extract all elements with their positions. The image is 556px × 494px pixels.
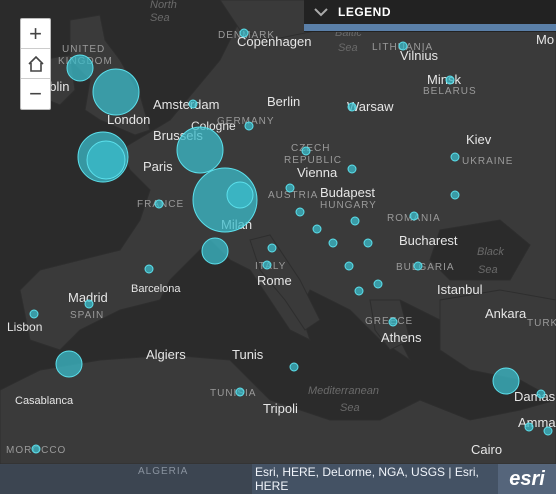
map-label: Vienna — [297, 165, 338, 180]
marker-east-ukraine[interactable] — [450, 190, 460, 200]
marker-madrid[interactable] — [373, 279, 383, 289]
map-label: TURKE — [527, 318, 556, 329]
zoom-in-button[interactable]: + — [21, 19, 50, 49]
marker-slovenia[interactable] — [295, 207, 305, 217]
marker-brussels[interactable] — [176, 126, 224, 174]
marker-london[interactable] — [92, 68, 140, 116]
legend-panel: LEGEND — [304, 0, 556, 32]
map-label: HUNGARY — [320, 200, 377, 211]
map-label: Budapest — [320, 185, 375, 200]
marker-north-macedonia[interactable] — [84, 299, 94, 309]
chevron-down-icon[interactable] — [314, 7, 328, 17]
map-label: Cairo — [471, 442, 502, 457]
map-label: Athens — [381, 330, 422, 345]
attribution-text: Esri, HERE, DeLorme, NGA, USGS | Esri, H… — [252, 464, 498, 494]
map-label: Casablanca — [15, 395, 74, 407]
marker-malaga[interactable] — [55, 350, 83, 378]
map-label: Sea — [340, 402, 360, 414]
map-label: UNITED — [62, 44, 105, 55]
marker-croatia[interactable] — [312, 224, 322, 234]
marker-morocco[interactable] — [543, 426, 553, 436]
marker-serbia[interactable] — [328, 238, 338, 248]
marker-sofia[interactable] — [344, 261, 354, 271]
map-label: Sea — [150, 12, 170, 24]
marker-amsterdam[interactable] — [188, 99, 198, 109]
map-label: North — [150, 0, 177, 11]
map-label: TUNISIA — [210, 388, 256, 399]
marker-marseille[interactable] — [201, 237, 229, 265]
legend-header[interactable]: LEGEND — [304, 0, 556, 24]
map-label: Sea — [338, 42, 358, 54]
marker-vilnius[interactable] — [398, 41, 408, 51]
map-label: Bucharest — [399, 233, 458, 248]
marker-amman[interactable] — [524, 422, 534, 432]
map-label: Lisbon — [7, 320, 42, 334]
map-label: Istanbul — [437, 282, 483, 297]
home-button[interactable] — [21, 49, 50, 79]
marker-tunis[interactable] — [289, 362, 299, 372]
map-label: Damas — [514, 389, 556, 404]
map-label: Vilnius — [400, 48, 439, 63]
map-label: Mediterranean — [308, 385, 379, 397]
map-label: CZECH — [291, 143, 330, 154]
marker-athens[interactable] — [29, 309, 39, 319]
marker-montpellier[interactable] — [144, 264, 154, 274]
map-label: SPAIN — [70, 310, 104, 321]
map-label: Minsk — [427, 72, 461, 87]
marker-bordeaux-west[interactable] — [86, 140, 126, 180]
map-label: Barcelona — [131, 283, 181, 295]
map-label: Kiev — [466, 132, 492, 147]
marker-italy-2[interactable] — [262, 260, 272, 270]
marker-romania[interactable] — [350, 216, 360, 226]
map-label: BELARUS — [423, 86, 477, 97]
marker-algeria[interactable] — [31, 444, 41, 454]
marker-vienna[interactable] — [347, 164, 357, 174]
marker-prague[interactable] — [301, 146, 311, 156]
map-label: Mo — [536, 32, 554, 47]
map-label: Amsterdam — [153, 97, 219, 112]
legend-divider — [304, 24, 556, 31]
map-label: Paris — [143, 159, 173, 174]
map-label: Black — [477, 246, 504, 258]
marker-warsaw[interactable] — [347, 102, 357, 112]
marker-bulgaria[interactable] — [363, 238, 373, 248]
marker-palermo[interactable] — [388, 317, 398, 327]
marker-beirut[interactable] — [536, 389, 546, 399]
marker-bosnia[interactable] — [413, 261, 423, 271]
map-controls: + − — [20, 18, 51, 110]
map-label: Rome — [257, 273, 292, 288]
marker-france-west[interactable] — [154, 199, 164, 209]
marker-bucharest[interactable] — [409, 211, 419, 221]
map-label: Ankara — [485, 306, 527, 321]
map-canvas[interactable]: North Sea Baltic Sea UNITED KINGDOM DENM… — [0, 0, 556, 494]
marker-ireland[interactable] — [66, 54, 94, 82]
map-label: Berlin — [267, 94, 300, 109]
marker-cyprus[interactable] — [235, 387, 245, 397]
marker-minsk[interactable] — [445, 75, 455, 85]
map-label: Tripoli — [263, 401, 298, 416]
marker-kiev[interactable] — [450, 152, 460, 162]
map-label: BULGARIA — [396, 262, 455, 273]
legend-title: LEGEND — [338, 5, 392, 19]
marker-italy-1[interactable] — [267, 243, 277, 253]
bottom-bar — [0, 464, 252, 494]
marker-lisbon[interactable] — [354, 286, 364, 296]
marker-swiss[interactable] — [226, 181, 254, 209]
map-label: Copenhagen — [237, 34, 311, 49]
marker-copenhagen[interactable] — [239, 28, 249, 38]
map-label: AUSTRIA — [268, 190, 318, 201]
marker-budapest[interactable] — [285, 183, 295, 193]
map-label: Algiers — [146, 347, 186, 362]
zoom-out-button[interactable]: − — [21, 79, 50, 109]
home-icon — [27, 55, 44, 72]
map-label: UKRAINE — [462, 156, 513, 167]
esri-logo[interactable]: esri — [498, 464, 556, 494]
map-label: Sea — [478, 264, 498, 276]
marker-antalya[interactable] — [492, 367, 520, 395]
map-label: Tunis — [232, 347, 264, 362]
marker-cologne[interactable] — [244, 121, 254, 131]
